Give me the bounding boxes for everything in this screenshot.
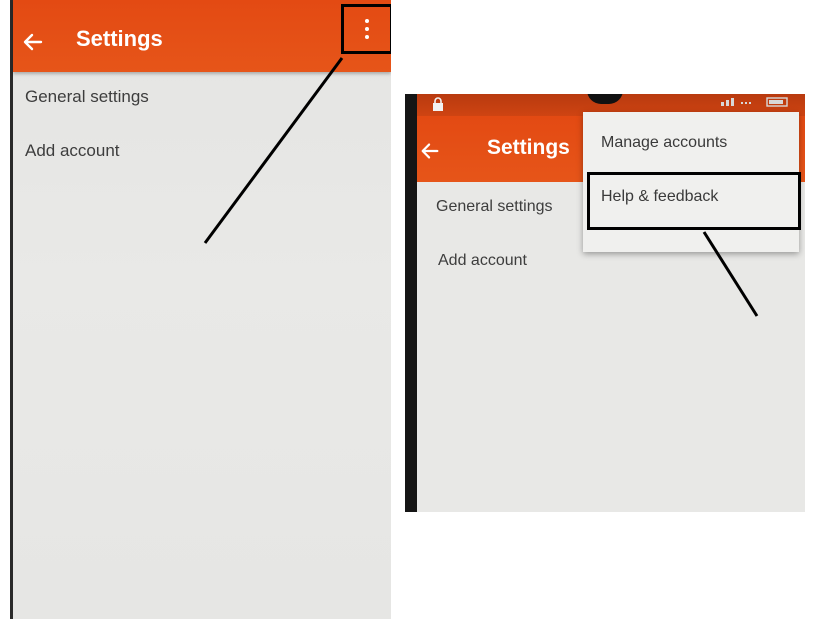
signal-battery-icon [721,97,788,107]
right-screenshot: Settings General settings Add account Ma… [405,94,805,512]
arrow-left-icon[interactable] [419,140,441,162]
settings-item-add-account[interactable]: Add account [438,252,527,270]
lock-icon [433,97,443,111]
camera-notch [587,94,623,104]
left-screenshot: Settings General settings Add account [10,0,391,619]
settings-item-add-account[interactable]: Add account [25,141,120,161]
page-title: Settings [487,136,570,159]
device-bezel [405,94,417,512]
app-bar: Settings [13,0,391,72]
settings-item-general[interactable]: General settings [25,87,149,107]
more-vert-icon [364,19,370,41]
arrow-left-icon[interactable] [21,30,45,54]
more-options-button[interactable] [341,4,391,54]
highlight-box [587,172,801,230]
settings-item-general[interactable]: General settings [436,198,553,216]
menu-item-manage-accounts[interactable]: Manage accounts [601,134,727,152]
page-title: Settings [76,26,163,51]
